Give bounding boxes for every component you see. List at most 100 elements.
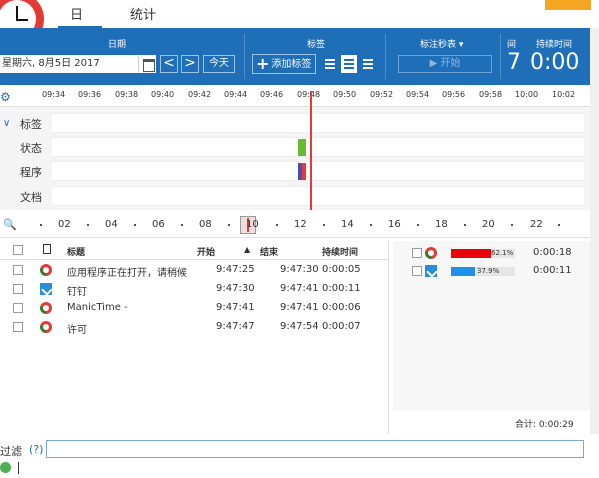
gear-icon[interactable]: ⚙: [0, 90, 11, 104]
overview-tick: [134, 224, 136, 226]
top-bar: 日 统计: [0, 0, 599, 46]
overview-label: 06: [152, 219, 165, 230]
summary-time: 0:00:11: [533, 265, 572, 276]
track-tags[interactable]: [52, 113, 584, 133]
row-title: 钉钉: [67, 287, 87, 298]
row-title: 许可: [67, 325, 87, 336]
row-checkbox[interactable]: [412, 266, 422, 276]
document-icon: [43, 244, 51, 254]
stopwatch-dropdown[interactable]: 标注秒表 ▾: [420, 37, 463, 50]
scrollbar[interactable]: [590, 28, 599, 434]
overview-tick: [40, 224, 42, 226]
status-indicator-icon: [0, 462, 11, 473]
ruler-tick: 10:00: [515, 90, 539, 99]
today-button[interactable]: 今天: [203, 55, 235, 73]
start-button[interactable]: ▶ 开始: [398, 55, 492, 73]
activity-table: 标题 开始 ▲ 结束 持续时间 应用程序正在打开，请稍候 9:47:25 9:4…: [0, 241, 389, 434]
row-checkbox[interactable]: [13, 322, 23, 332]
overview-label: 08: [199, 219, 212, 230]
progress-track: 37.9%: [451, 267, 515, 276]
filter-help-link[interactable]: (?): [29, 443, 43, 456]
column-end[interactable]: 结束: [260, 245, 278, 258]
overview-label: 14: [341, 219, 354, 230]
tab-stats[interactable]: 统计: [130, 4, 156, 23]
table-row[interactable]: 应用程序正在打开，请稍候 9:47:25 9:47:30 0:00:05: [0, 261, 389, 280]
overview-tick: [558, 224, 560, 226]
column-title[interactable]: 标题: [67, 245, 85, 258]
row-checkbox[interactable]: [13, 303, 23, 313]
row-checkbox[interactable]: [13, 265, 23, 275]
date-label: 日期: [108, 40, 127, 50]
next-day-button[interactable]: >: [181, 55, 199, 73]
summary-row[interactable]: 62.1% 0:00:18: [393, 245, 590, 261]
row-checkbox[interactable]: [412, 248, 422, 258]
table-row[interactable]: 许可 9:47:47 9:47:54 0:00:07: [0, 318, 389, 337]
overview-label: 02: [58, 219, 71, 230]
summary-row[interactable]: 37.9% 0:00:11: [393, 263, 590, 279]
row-title: 应用程序正在打开，请稍候: [67, 268, 187, 279]
status-bar[interactable]: [298, 139, 306, 156]
detail-view-button[interactable]: [341, 55, 357, 73]
prev-day-button[interactable]: <: [160, 55, 178, 73]
tab-day[interactable]: 日: [70, 4, 83, 23]
ruler-tick: 09:56: [442, 90, 466, 99]
manictime-icon: [425, 247, 437, 259]
compact-view-button[interactable]: [360, 55, 376, 73]
add-tag-label: 添加标签: [271, 59, 312, 70]
progress-percent: 62.1%: [491, 249, 514, 257]
date-field[interactable]: 星期六, 8月5日 2017: [0, 55, 138, 73]
row-checkbox[interactable]: [13, 284, 23, 294]
list-view-button[interactable]: [322, 55, 338, 73]
sort-arrow-icon: ▲: [244, 245, 251, 254]
manictime-icon: [40, 302, 52, 314]
track-status[interactable]: [52, 137, 584, 157]
column-start[interactable]: 开始: [197, 245, 215, 258]
plus-icon: +: [256, 54, 270, 73]
table-row[interactable]: 钉钉 9:47:30 9:47:41 0:00:11: [0, 280, 389, 299]
ruler-tick: 09:42: [188, 90, 212, 99]
overview-label: 20: [482, 219, 495, 230]
track-label-documents: 文档: [20, 191, 42, 204]
calendar-icon[interactable]: [138, 55, 156, 73]
pin-icon: [425, 265, 437, 277]
add-tag-button[interactable]: + 添加标签: [252, 54, 316, 74]
chevron-down-icon[interactable]: ∨: [3, 118, 10, 129]
ruler-tick: 09:34: [42, 90, 66, 99]
ruler-tick: 09:50: [333, 90, 357, 99]
ruler-tick: 09:40: [151, 90, 175, 99]
ruler-tick: 09:52: [370, 90, 394, 99]
ruler-tick: 09:38: [115, 90, 139, 99]
divider: [500, 34, 501, 79]
row-start: 9:47:47: [216, 321, 255, 332]
table-row[interactable]: ManicTime - 9:47:41 9:47:41 0:00:06: [0, 299, 389, 318]
progress-percent: 37.9%: [477, 267, 500, 275]
notification-button[interactable]: [545, 0, 591, 10]
track-documents[interactable]: [52, 186, 584, 206]
duration-value: 0:00: [530, 50, 580, 75]
day-overview[interactable]: 🔍 02 04 06 08 10 12 14 16 18 20 22: [0, 212, 590, 238]
interval-label: 间: [507, 40, 517, 50]
row-title: ManicTime -: [67, 302, 128, 313]
row-end: 9:47:41: [280, 302, 319, 313]
search-icon[interactable]: 🔍: [3, 218, 17, 231]
row-start: 9:47:41: [216, 302, 255, 313]
duration-label: 持续时间: [536, 40, 573, 50]
track-programs[interactable]: [52, 161, 584, 181]
toolbar-header: 日期 星期六, 8月5日 2017 < > 今天 标签 + 添加标签 标注秒表 ▾…: [0, 28, 590, 85]
track-label-status: 状态: [20, 142, 42, 155]
column-duration[interactable]: 持续时间: [322, 245, 358, 258]
program-bar[interactable]: [302, 163, 306, 180]
timeline-ruler[interactable]: 09:34 09:36 09:38 09:40 09:42 09:44 09:4…: [0, 85, 590, 107]
overview-tick: [181, 224, 183, 226]
filter-input[interactable]: [46, 440, 584, 458]
overview-label: 22: [530, 219, 543, 230]
summary-time: 0:00:18: [533, 247, 572, 258]
row-end: 9:47:30: [280, 264, 319, 275]
interval-value: 7: [507, 50, 521, 75]
divider: [244, 34, 245, 79]
manictime-icon: [40, 264, 52, 276]
tags-label: 标签: [307, 40, 326, 50]
overview-tick: [370, 224, 372, 226]
ruler-tick: 10:02: [552, 90, 576, 99]
select-all-checkbox[interactable]: [13, 245, 23, 255]
